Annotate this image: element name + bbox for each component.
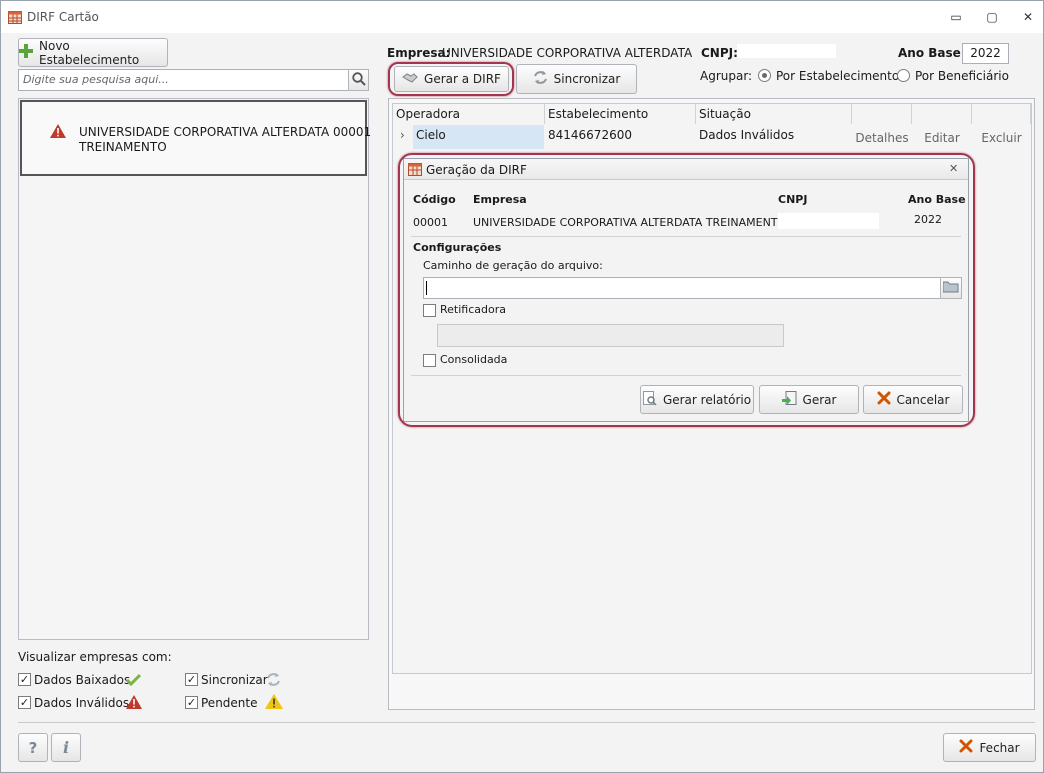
radio-por-beneficiario[interactable] — [897, 69, 910, 82]
list-item-name: UNIVERSIDADE CORPORATIVA ALTERDATA 00001 — [79, 125, 372, 139]
radio-por-beneficiario-label: Por Beneficiário — [915, 69, 1009, 83]
empresa-label: Empresa: — [387, 46, 451, 60]
ano-base-label: Ano Base: — [898, 46, 966, 60]
filter-dados-baixados-label: Dados Baixados — [34, 673, 131, 687]
filter-sincronizar-checkbox[interactable]: ✓ — [185, 673, 198, 686]
fechar-label: Fechar — [979, 740, 1020, 755]
cnpj-label: CNPJ: — [701, 46, 738, 60]
help-button[interactable]: ? — [18, 733, 48, 762]
empresa-value: UNIVERSIDADE CORPORATIVA ALTERDATA TRE — [442, 46, 692, 60]
radio-por-estabelecimento[interactable] — [758, 69, 771, 82]
cell-operadora: Cielo — [413, 125, 544, 149]
plus-icon — [19, 44, 33, 61]
detalhes-link[interactable]: Detalhes — [852, 128, 912, 152]
list-item-name-line2: TREINAMENTO — [79, 140, 167, 154]
column-blank-3 — [972, 104, 1031, 124]
search-button[interactable] — [348, 69, 369, 91]
grid-app-icon — [8, 10, 22, 24]
excluir-link[interactable]: Excluir — [972, 128, 1031, 152]
warning-triangle-icon — [265, 694, 283, 712]
editar-link[interactable]: Editar — [912, 128, 972, 152]
filter-pendente-label: Pendente — [201, 696, 258, 710]
filter-dados-baixados-checkbox[interactable]: ✓ — [18, 673, 31, 686]
restore-button[interactable]: ▢ — [981, 7, 1003, 27]
filter-dados-invalidos-label: Dados Inválidos — [34, 696, 130, 710]
sync-icon — [266, 672, 281, 690]
grid-header: Operadora Estabelecimento Situação — [393, 104, 1031, 124]
expand-chevron-icon[interactable]: › — [400, 128, 405, 142]
cnpj-value — [737, 44, 836, 58]
filter-dados-invalidos-checkbox[interactable]: ✓ — [18, 696, 31, 709]
column-blank-1 — [852, 104, 912, 124]
cell-situacao: Dados Inválidos — [699, 128, 795, 142]
fechar-button[interactable]: Fechar — [943, 733, 1036, 762]
title-bar: DIRF Cartão ▭ ▢ ✕ — [1, 1, 1043, 33]
search-placeholder: Digite sua pesquisa aqui... — [23, 73, 169, 86]
gerar-dirf-highlight — [388, 62, 514, 96]
column-operadora[interactable]: Operadora — [393, 104, 545, 124]
establishment-list: UNIVERSIDADE CORPORATIVA ALTERDATA 00001… — [18, 98, 371, 640]
filters-title: Visualizar empresas com: — [18, 650, 172, 664]
close-window-button[interactable]: ✕ — [1017, 7, 1039, 27]
footer-divider — [18, 722, 1035, 723]
cell-estabelecimento: 84146672600 — [548, 128, 632, 142]
window-title: DIRF Cartão — [27, 10, 99, 24]
error-triangle-icon — [126, 695, 142, 712]
dialog-highlight — [398, 153, 975, 427]
check-icon — [125, 673, 142, 689]
sincronizar-button[interactable]: Sincronizar — [516, 64, 637, 94]
list-item[interactable]: UNIVERSIDADE CORPORATIVA ALTERDATA 00001… — [20, 100, 371, 176]
filter-sincronizar-label: Sincronizar — [201, 673, 268, 687]
new-establishment-button[interactable]: Novo Estabelecimento — [18, 38, 168, 67]
column-blank-2 — [912, 104, 972, 124]
new-establishment-label: Novo Estabelecimento — [39, 38, 140, 67]
ano-base-input[interactable]: 2022 — [962, 43, 1009, 64]
sincronizar-label: Sincronizar — [553, 72, 621, 86]
column-situacao[interactable]: Situação — [696, 104, 852, 124]
table-row[interactable]: › Cielo 84146672600 Dados Inválidos Deta… — [393, 125, 1031, 149]
warning-icon — [50, 124, 66, 141]
search-input[interactable]: Digite sua pesquisa aqui... — [18, 69, 349, 91]
search-icon — [351, 71, 366, 89]
info-button[interactable]: i — [51, 733, 81, 762]
agrupar-label: Agrupar: — [700, 69, 753, 83]
minimize-button[interactable]: ▭ — [945, 7, 967, 27]
close-x-icon — [959, 739, 973, 756]
filter-pendente-checkbox[interactable]: ✓ — [185, 696, 198, 709]
column-estabelecimento[interactable]: Estabelecimento — [545, 104, 696, 124]
main-window: DIRF Cartão ▭ ▢ ✕ Novo Estabelecimento D… — [0, 0, 1044, 773]
radio-por-estabelecimento-label: Por Estabelecimento — [776, 69, 900, 83]
sync-button-icon — [533, 70, 548, 88]
